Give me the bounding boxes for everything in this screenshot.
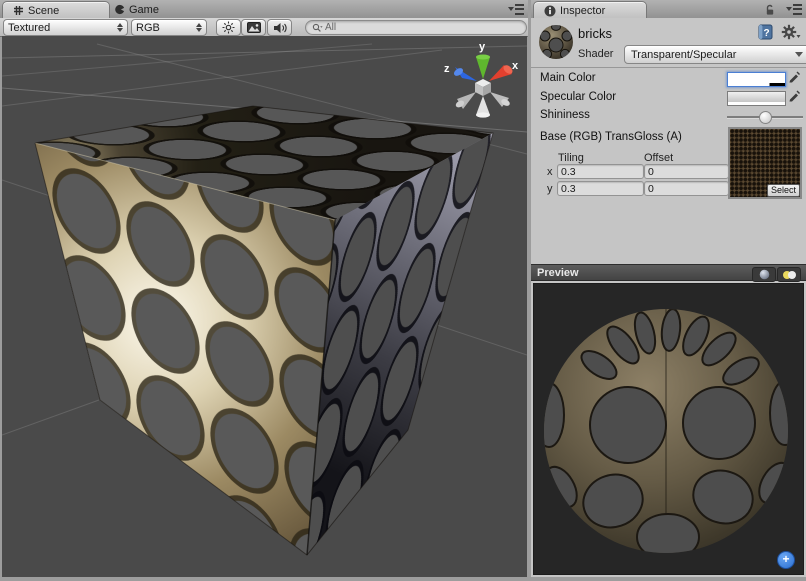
inspector-panel: Inspector — [531, 0, 806, 577]
preview-shape-button[interactable] — [752, 267, 776, 282]
draw-mode-value: Textured — [8, 22, 113, 34]
main-color-label: Main Color — [540, 72, 596, 84]
scene-toolbar: Textured RGB — [0, 18, 528, 37]
tiling-x-field[interactable]: 0.3 — [557, 164, 644, 179]
shininess-label: Shininess — [540, 109, 590, 121]
info-icon — [544, 5, 556, 17]
shader-value: Transparent/Specular — [631, 49, 736, 61]
main-color-swatch[interactable] — [727, 72, 786, 87]
tiling-y-axis-label: y — [547, 183, 553, 195]
scene-grid-icon — [13, 5, 24, 16]
tab-scene-label: Scene — [28, 5, 59, 17]
scene-orientation-gizmo[interactable]: y x z — [444, 41, 519, 118]
menu-triangle-icon — [786, 7, 792, 11]
shininess-thumb[interactable] — [759, 111, 772, 124]
material-header: bricks Shader Transparent/Specular ? — [531, 18, 806, 68]
draw-mode-dropdown[interactable]: Textured — [3, 19, 128, 36]
speaker-icon — [273, 22, 287, 34]
material-ball-icon — [537, 21, 577, 63]
specular-color-label: Specular Color — [540, 91, 616, 103]
preview-header[interactable]: Preview — [531, 264, 806, 281]
offset-y-field[interactable]: 0 — [644, 181, 729, 196]
color-mode-value: RGB — [136, 22, 192, 34]
tiling-column-header: Tiling — [558, 152, 584, 164]
search-icon — [312, 23, 323, 33]
sun-icon — [222, 21, 235, 34]
chevron-down-icon — [795, 52, 803, 57]
search-filter-label: All — [325, 22, 336, 33]
scene-panel-menu-icon[interactable] — [504, 4, 524, 14]
gear-menu-icon[interactable] — [781, 24, 801, 40]
updown-arrows-icon — [117, 23, 123, 32]
tab-game[interactable]: Game — [104, 1, 194, 18]
shader-dropdown[interactable]: Transparent/Specular — [624, 45, 806, 64]
lighting-toggle-button[interactable] — [216, 19, 241, 36]
gizmo-x-label: x — [512, 60, 519, 72]
menu-triangle-icon — [508, 7, 514, 11]
menu-lines-icon — [515, 4, 524, 15]
skybox-fx-toggle-button[interactable] — [241, 19, 266, 36]
main-color-eyedropper-icon[interactable] — [788, 71, 800, 84]
gizmo-center-cube — [475, 79, 491, 96]
tab-inspector[interactable]: Inspector — [533, 1, 647, 19]
two-lights-icon — [782, 270, 797, 280]
preview-sphere-render — [533, 283, 804, 575]
offset-column-header: Offset — [644, 152, 673, 164]
lock-icon[interactable] — [764, 4, 776, 16]
scene-tabbar: Scene Game — [0, 0, 528, 19]
audio-toggle-button[interactable] — [267, 19, 292, 36]
shader-label: Shader — [578, 48, 613, 60]
material-name: bricks — [578, 26, 612, 41]
gizmo-z-axis[interactable] — [453, 67, 477, 81]
scene-viewport[interactable]: y x z — [2, 36, 527, 577]
unity-editor-window: Scene Game Textured RGB — [0, 0, 806, 581]
updown-arrows-icon — [196, 23, 202, 32]
help-book-icon[interactable]: ? — [758, 24, 773, 40]
material-preview-section: Preview — [531, 264, 806, 577]
image-icon — [247, 22, 261, 33]
base-texture-thumbnail[interactable]: Select — [728, 127, 802, 199]
tiling-y-value: 0.3 — [561, 183, 576, 195]
inspector-tabbar: Inspector — [531, 0, 806, 19]
tiling-x-axis-label: x — [547, 166, 553, 178]
svg-text:?: ? — [764, 28, 770, 39]
gizmo-y-label: y — [479, 41, 486, 53]
gizmo-z-label: z — [444, 63, 450, 75]
shininess-slider[interactable] — [727, 116, 803, 118]
scene-panel: Scene Game Textured RGB — [0, 0, 528, 577]
scene-3d-render: y x z — [2, 36, 527, 577]
texture-select-button[interactable]: Select — [767, 184, 800, 197]
preview-title: Preview — [537, 267, 579, 279]
add-button[interactable]: + — [777, 551, 795, 569]
specular-color-alpha-bar — [728, 102, 785, 105]
tab-game-label: Game — [129, 4, 159, 16]
main-color-alpha-bar — [728, 83, 785, 86]
offset-x-field[interactable]: 0 — [644, 164, 729, 179]
preview-lighting-button[interactable] — [777, 267, 801, 282]
offset-x-value: 0 — [648, 166, 654, 178]
tab-scene[interactable]: Scene — [2, 1, 110, 19]
offset-y-value: 0 — [648, 183, 654, 195]
specular-color-eyedropper-icon[interactable] — [788, 90, 800, 103]
sphere-icon — [759, 269, 770, 280]
bricks-cube-object[interactable] — [35, 106, 493, 555]
specular-color-swatch[interactable] — [727, 91, 786, 106]
tiling-x-value: 0.3 — [561, 166, 576, 178]
tab-inspector-label: Inspector — [560, 5, 605, 17]
menu-lines-icon — [793, 4, 802, 15]
base-map-label: Base (RGB) TransGloss (A) — [540, 131, 682, 143]
game-icon — [114, 4, 125, 15]
scene-search-field[interactable]: All — [305, 20, 527, 35]
inspector-panel-menu-icon[interactable] — [782, 4, 802, 14]
gizmo-y-axis[interactable] — [476, 55, 490, 80]
tiling-y-field[interactable]: 0.3 — [557, 181, 644, 196]
gizmo-x-axis[interactable] — [489, 63, 514, 81]
preview-viewport[interactable]: + — [533, 283, 804, 575]
color-mode-dropdown[interactable]: RGB — [131, 19, 207, 36]
